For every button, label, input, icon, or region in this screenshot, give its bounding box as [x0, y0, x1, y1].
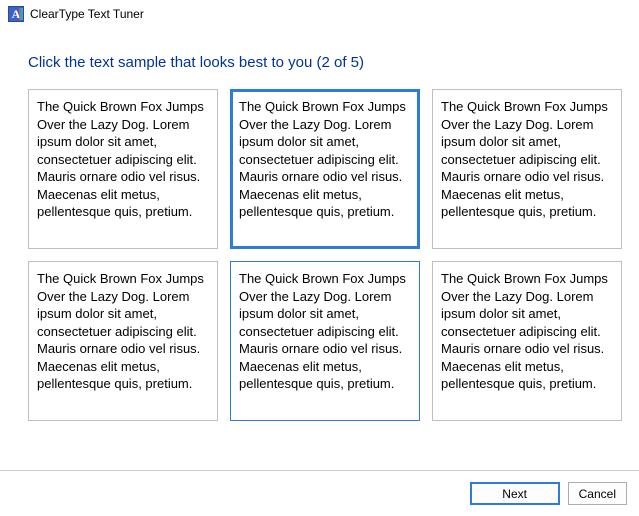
cleartype-app-icon: A: [8, 6, 24, 22]
text-sample-5[interactable]: The Quick Brown Fox Jumps Over the Lazy …: [230, 261, 420, 421]
footer-bar: Next Cancel: [0, 470, 639, 516]
cancel-button[interactable]: Cancel: [568, 482, 627, 505]
next-button[interactable]: Next: [470, 482, 560, 505]
titlebar: A ClearType Text Tuner: [0, 0, 639, 28]
sample-grid: The Quick Brown Fox Jumps Over the Lazy …: [0, 89, 639, 421]
text-sample-1[interactable]: The Quick Brown Fox Jumps Over the Lazy …: [28, 89, 218, 249]
window-title: ClearType Text Tuner: [30, 7, 144, 21]
text-sample-3[interactable]: The Quick Brown Fox Jumps Over the Lazy …: [432, 89, 622, 249]
text-sample-2[interactable]: The Quick Brown Fox Jumps Over the Lazy …: [230, 89, 420, 249]
page-heading: Click the text sample that looks best to…: [0, 28, 639, 89]
text-sample-4[interactable]: The Quick Brown Fox Jumps Over the Lazy …: [28, 261, 218, 421]
text-sample-6[interactable]: The Quick Brown Fox Jumps Over the Lazy …: [432, 261, 622, 421]
